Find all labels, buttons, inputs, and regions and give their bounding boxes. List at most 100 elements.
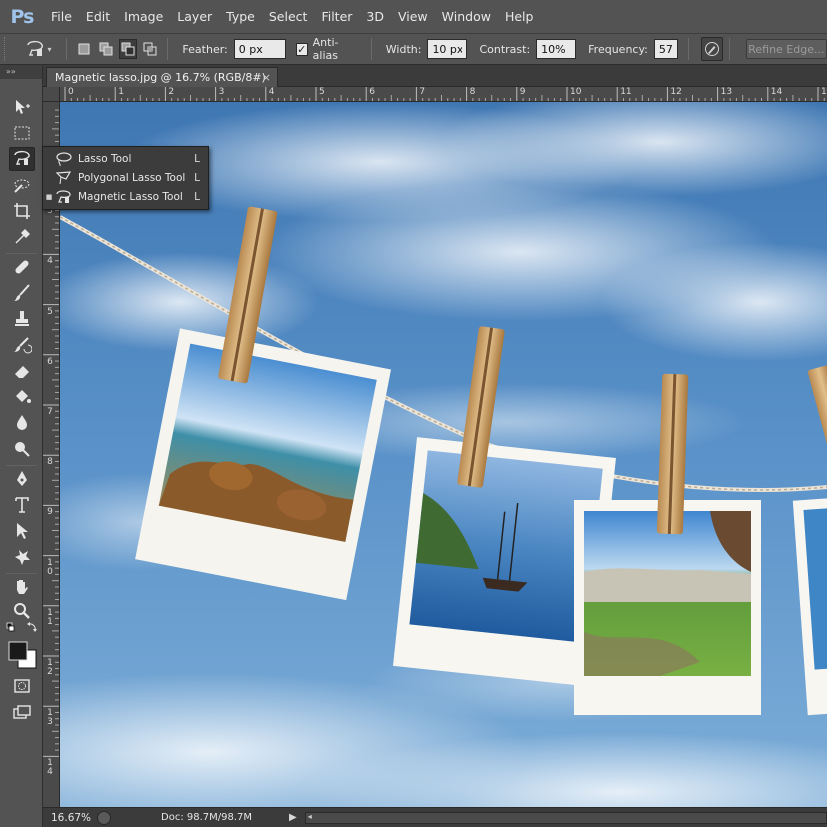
healing-brush-tool[interactable]	[9, 255, 35, 279]
eyedropper-icon	[15, 229, 30, 244]
horizontal-ruler-ticks	[64, 87, 825, 101]
antialias-label: Anti-alias	[312, 36, 339, 62]
menu-edit[interactable]: Edit	[79, 0, 117, 33]
tools-panel-header[interactable]: »»	[0, 65, 42, 79]
hand-tool[interactable]	[9, 575, 35, 599]
scroll-left-icon[interactable]: ◂	[308, 812, 312, 821]
stamp-icon	[15, 311, 29, 326]
export-status-icon[interactable]	[97, 810, 111, 825]
lasso-tool[interactable]	[9, 147, 35, 171]
pen-tool[interactable]	[9, 467, 35, 491]
toolbar-divider	[6, 253, 37, 254]
selected-bullet-icon: ■	[45, 192, 53, 201]
menu-window[interactable]: Window	[435, 0, 498, 33]
ruler-label: 3	[218, 87, 225, 97]
ruler-origin[interactable]	[43, 87, 60, 102]
add-to-selection-button[interactable]	[97, 39, 115, 59]
options-bar-grip[interactable]	[4, 37, 10, 61]
antialias-checkbox[interactable]: ✓	[295, 42, 308, 56]
menu-view[interactable]: View	[391, 0, 435, 33]
menu-filter[interactable]: Filter	[314, 0, 359, 33]
rectangular-marquee-icon	[14, 126, 30, 140]
hand-icon	[17, 580, 28, 594]
tool-preset-picker[interactable]: ▾	[24, 37, 60, 61]
dodge-icon	[15, 442, 30, 457]
zoom-level-field[interactable]: 16.67%	[43, 810, 91, 826]
ruler-label: 12	[47, 658, 53, 677]
quick-mask-button[interactable]	[9, 674, 35, 698]
new-selection-button[interactable]	[75, 39, 93, 59]
close-icon[interactable]: ×	[262, 71, 271, 84]
menu-3d[interactable]: 3D	[359, 0, 391, 33]
menu-layer[interactable]: Layer	[170, 0, 219, 33]
ruler-label: 13	[47, 708, 53, 728]
color-swatches[interactable]	[6, 640, 40, 672]
ruler-label: 7	[419, 87, 426, 97]
menu-image[interactable]: Image	[117, 0, 170, 33]
width-label: Width:	[385, 42, 422, 56]
ruler-label: 14	[770, 87, 783, 97]
status-menu-arrow-icon[interactable]: ▶	[289, 812, 297, 823]
ruler-label: 5	[47, 306, 53, 317]
feather-input[interactable]	[233, 39, 286, 59]
flyout-polygonal-lasso-tool[interactable]: Polygonal Lasso Tool L	[43, 168, 208, 187]
swap-colors-control[interactable]	[5, 621, 39, 635]
flyout-item-label: Polygonal Lasso Tool	[78, 171, 186, 184]
contrast-input[interactable]	[536, 39, 577, 59]
screen-mode-icon	[13, 705, 31, 719]
custom-shape-tool[interactable]	[9, 545, 35, 569]
paint-bucket-icon	[16, 390, 31, 403]
flyout-magnetic-lasso-tool[interactable]: ■ Magnetic Lasso Tool L	[43, 187, 208, 206]
tablet-pressure-button[interactable]	[700, 37, 723, 61]
document-tab[interactable]: Magnetic lasso.jpg @ 16.7% (RGB/8#) ×	[46, 67, 278, 87]
magnetic-lasso-icon	[14, 150, 30, 165]
zoom-tool[interactable]	[9, 599, 35, 623]
flyout-item-label: Magnetic Lasso Tool	[78, 190, 183, 203]
ruler-label: 8	[469, 87, 476, 97]
menu-file[interactable]: File	[44, 0, 79, 33]
menu-help[interactable]: Help	[498, 0, 541, 33]
eyedropper-tool[interactable]	[9, 225, 35, 249]
blur-tool[interactable]	[9, 411, 35, 435]
dodge-tool[interactable]	[9, 437, 35, 461]
blur-drop-icon	[17, 415, 27, 430]
refine-edge-button[interactable]: Refine Edge...	[745, 39, 827, 59]
history-brush-tool[interactable]	[9, 333, 35, 357]
ruler-label: 4	[47, 256, 53, 267]
menu-bar: Ps File Edit Image Layer Type Select Fil…	[0, 0, 827, 33]
chevron-down-icon: ▾	[47, 44, 52, 54]
type-tool[interactable]	[9, 493, 35, 517]
eraser-tool[interactable]	[9, 359, 35, 383]
subtract-selection-button[interactable]	[118, 39, 138, 59]
marquee-tool[interactable]	[9, 121, 35, 145]
flyout-lasso-tool[interactable]: Lasso Tool L	[43, 149, 208, 168]
new-selection-icon	[78, 43, 90, 55]
menu-select[interactable]: Select	[262, 0, 315, 33]
pen-icon	[17, 471, 27, 486]
clone-stamp-tool[interactable]	[9, 307, 35, 331]
move-tool[interactable]	[9, 95, 35, 119]
ruler-label: 11	[620, 87, 632, 97]
horizontal-ruler[interactable]: 0123456789101112131415	[60, 87, 827, 102]
screen-mode-button[interactable]	[9, 701, 35, 725]
tools-panel: »»	[0, 65, 43, 827]
quick-selection-tool[interactable]	[9, 173, 35, 197]
magnifier-icon	[14, 603, 30, 619]
ruler-label: 1	[118, 87, 124, 97]
frequency-label: Frequency:	[588, 42, 648, 56]
ruler-label: 5	[319, 87, 325, 97]
crop-tool[interactable]	[9, 199, 35, 223]
crop-icon	[14, 203, 30, 219]
intersect-selection-button[interactable]	[141, 39, 159, 59]
width-input[interactable]	[427, 39, 468, 59]
polaroid-1	[135, 328, 392, 601]
horizontal-scrollbar[interactable]: ◂	[304, 811, 827, 824]
path-selection-tool[interactable]	[9, 519, 35, 543]
contrast-label: Contrast:	[479, 42, 531, 56]
frequency-input[interactable]	[653, 39, 678, 59]
brush-tool[interactable]	[9, 281, 35, 305]
bandage-icon	[15, 260, 29, 274]
paint-bucket-tool[interactable]	[9, 385, 35, 409]
menu-type[interactable]: Type	[219, 0, 262, 33]
ruler-label: 2	[168, 87, 175, 97]
